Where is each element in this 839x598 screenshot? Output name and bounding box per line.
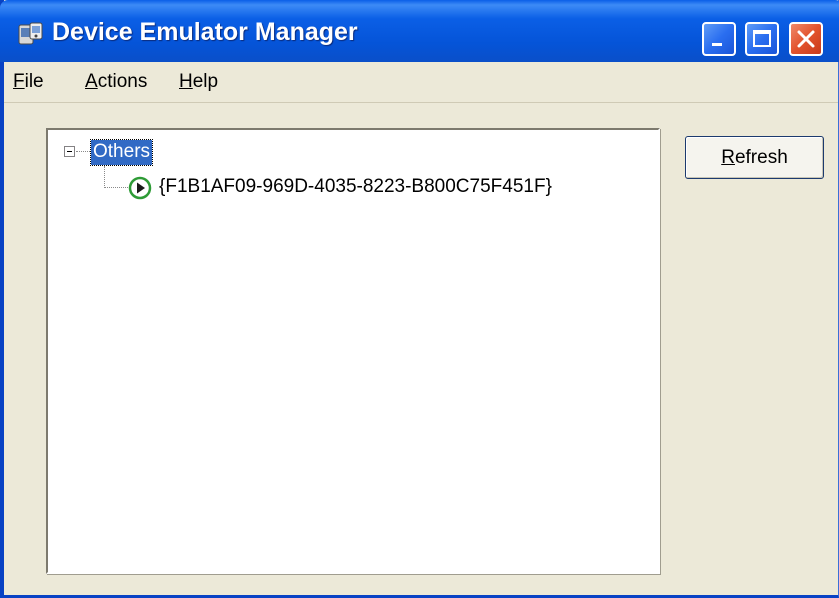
play-circle-icon bbox=[128, 176, 152, 200]
tree-node-device[interactable]: {F1B1AF09-969D-4035-8223-B800C75F451F} bbox=[159, 176, 552, 198]
menu-actions[interactable]: Actions bbox=[85, 71, 147, 93]
menu-actions-mnemonic: A bbox=[85, 71, 98, 92]
close-icon bbox=[797, 30, 815, 48]
menu-bar: File Actions Help bbox=[4, 62, 838, 103]
tree-connector bbox=[104, 166, 105, 188]
app-window: Device Emulator Manager File Actions Hel… bbox=[0, 0, 839, 598]
minimize-button[interactable] bbox=[702, 22, 736, 56]
device-emulator-icon bbox=[18, 22, 43, 45]
close-button[interactable] bbox=[789, 22, 823, 56]
title-bar[interactable]: Device Emulator Manager bbox=[0, 0, 839, 62]
tree-connector bbox=[104, 187, 128, 188]
window-title: Device Emulator Manager bbox=[52, 18, 358, 46]
menu-help-label: elp bbox=[192, 71, 219, 92]
tree-node-others[interactable]: Others bbox=[89, 139, 154, 166]
menu-help-mnemonic: H bbox=[179, 71, 193, 92]
maximize-button[interactable] bbox=[745, 22, 779, 56]
minimize-icon bbox=[712, 43, 722, 46]
refresh-button[interactable]: Refresh bbox=[685, 136, 824, 179]
menu-file-mnemonic: F bbox=[13, 71, 25, 92]
collapse-toggle-icon[interactable] bbox=[64, 146, 75, 157]
refresh-label: efresh bbox=[734, 146, 788, 168]
emulator-tree-view[interactable]: Others {F1B1AF09-969D-4035-8223-B800C75F… bbox=[46, 128, 660, 574]
menu-help[interactable]: Help bbox=[179, 71, 218, 93]
maximize-icon bbox=[753, 30, 771, 47]
menu-file[interactable]: File bbox=[13, 71, 44, 93]
menu-file-label: ile bbox=[24, 71, 44, 92]
refresh-mnemonic: R bbox=[721, 146, 735, 168]
menu-actions-label: ctions bbox=[97, 71, 148, 92]
tree-connector bbox=[76, 151, 90, 152]
